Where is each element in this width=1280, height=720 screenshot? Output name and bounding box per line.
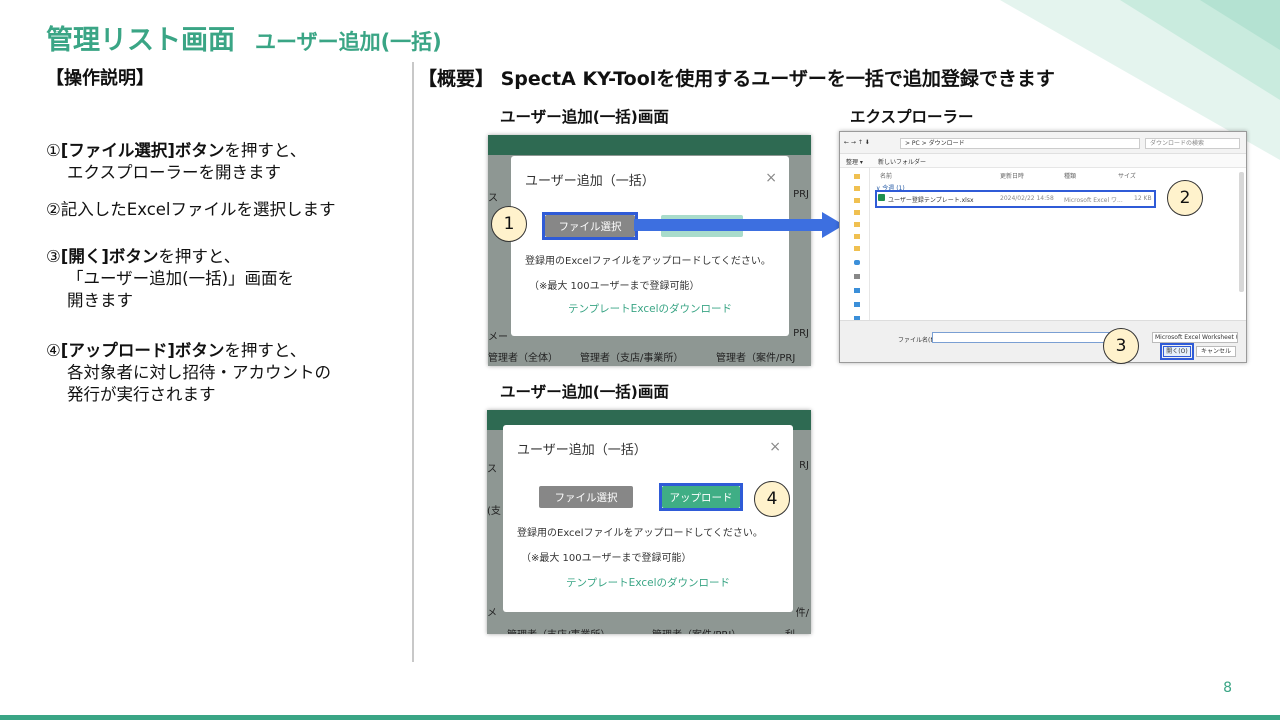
role-branch-checkbox: 管理者（支店/事業所） xyxy=(507,626,610,634)
step-2: ②記入したExcelファイルを選択します xyxy=(46,200,336,219)
close-icon[interactable]: × xyxy=(765,170,777,186)
modal-title: ユーザー追加（一括） xyxy=(525,174,655,189)
address-path[interactable]: > PC > ダウンロード xyxy=(900,138,1140,149)
explorer-toolbar: 整理 ▾ 新しいフォルダー xyxy=(840,154,1246,168)
filename-input[interactable] xyxy=(932,332,1120,343)
step-3-bold: [開く]ボタン xyxy=(60,247,159,266)
instruction-text: 登録用のExcelファイルをアップロードしてください。 xyxy=(517,528,763,539)
folder-icon[interactable] xyxy=(854,246,860,251)
caption-explorer: エクスプローラー xyxy=(850,108,974,126)
callout-4: 4 xyxy=(754,481,790,517)
folder-icon[interactable] xyxy=(854,234,860,239)
new-folder-button[interactable]: 新しいフォルダー xyxy=(878,157,926,166)
column-name[interactable]: 名前 xyxy=(880,171,892,180)
file-select-button[interactable]: ファイル選択 xyxy=(539,486,633,508)
pc-icon[interactable] xyxy=(854,274,860,279)
search-input[interactable]: ダウンロードの検索 xyxy=(1145,138,1240,149)
template-download-link[interactable]: テンプレートExcelのダウンロード xyxy=(503,575,793,590)
bulk-add-modal: ユーザー追加（一括） × ファイル選択 アップロード 登録用のExcelファイル… xyxy=(503,425,793,612)
highlight-step-4 xyxy=(659,483,743,511)
folder-icon[interactable] xyxy=(854,186,860,191)
folder-icon[interactable] xyxy=(854,174,860,179)
dialog-screenshot-2: ス RJ (支 メ 件/ 管理者（支店/事業所） 管理者（案件/PRJ） 利 ユ… xyxy=(487,410,811,634)
drive-icon[interactable] xyxy=(854,288,860,293)
page-title: 管理リスト画面 xyxy=(46,25,235,56)
limit-note: （※最大 100ユーザーまで登録可能） xyxy=(529,281,700,292)
flow-arrow xyxy=(634,212,844,238)
role-other-checkbox: 利 xyxy=(785,626,795,634)
highlight-step-2 xyxy=(875,190,1156,208)
role-project-checkbox: 管理者（案件/PRJ xyxy=(716,353,796,364)
page-subtitle: ユーザー追加(一括) xyxy=(255,30,442,54)
step-3: ③[開く]ボタンを押すと、 「ユーザー追加(一括)」画面を 開きます xyxy=(46,247,295,310)
file-explorer-window: ← → ↑ ⬇ > PC > ダウンロード ダウンロードの検索 整理 ▾ 新しい… xyxy=(839,131,1247,363)
highlight-step-3 xyxy=(1160,343,1194,360)
callout-3: 3 xyxy=(1103,328,1139,364)
explorer-address-bar: ← → ↑ ⬇ > PC > ダウンロード ダウンロードの検索 xyxy=(840,132,1246,154)
folder-icon[interactable] xyxy=(854,198,860,203)
operation-header: 【操作説明】 xyxy=(46,68,154,89)
step-1-bold: [ファイル選択]ボタン xyxy=(60,141,225,160)
instruction-text: 登録用のExcelファイルをアップロードしてください。 xyxy=(525,256,771,267)
drive-icon[interactable] xyxy=(854,302,860,307)
close-icon[interactable]: × xyxy=(769,439,781,455)
organize-menu[interactable]: 整理 ▾ xyxy=(846,157,863,166)
page-number: 8 xyxy=(1223,680,1232,696)
role-project-checkbox: 管理者（案件/PRJ） xyxy=(652,626,741,634)
modal-title: ユーザー追加（一括） xyxy=(517,443,647,458)
bottom-accent-bar xyxy=(0,715,1280,720)
folder-icon[interactable] xyxy=(854,222,860,227)
overview-header: 【概要】 SpectA KY-Toolを使用するユーザーを一括で追加登録できます xyxy=(418,68,1055,90)
limit-note: （※最大 100ユーザーまで登録可能） xyxy=(521,553,692,564)
step-1: ①[ファイル選択]ボタンを押すと、 エクスプローラーを開きます xyxy=(46,141,307,182)
caption-dialog-top: ユーザー追加(一括)画面 xyxy=(500,108,669,126)
column-size[interactable]: サイズ xyxy=(1118,171,1136,180)
navigation-pane xyxy=(840,168,870,321)
column-date[interactable]: 更新日時 xyxy=(1000,171,1024,180)
cancel-button[interactable]: キャンセル xyxy=(1196,346,1236,357)
nav-arrows-icon[interactable]: ← → ↑ ⬇ xyxy=(844,139,870,146)
folder-icon[interactable] xyxy=(854,210,860,215)
highlight-step-1 xyxy=(542,212,638,240)
step-4-bold: [アップロード]ボタン xyxy=(60,341,225,360)
caption-dialog-bottom: ユーザー追加(一括)画面 xyxy=(500,383,669,401)
cloud-icon[interactable] xyxy=(854,260,860,265)
role-branch-checkbox: 管理者（支店/事業所） xyxy=(580,353,684,364)
step-4: ④[アップロード]ボタンを押すと、 各対象者に対し招待・アカウントの 発行が実行… xyxy=(46,341,331,404)
scrollbar[interactable] xyxy=(1239,172,1244,292)
dialog-screenshot-1: ス PRJ メー PRJ 管理者（全体） 管理者（支店/事業所） 管理者（案件/… xyxy=(488,135,811,366)
slide-title: 管理リスト画面 ユーザー追加(一括) xyxy=(46,18,442,56)
vertical-divider xyxy=(412,62,414,662)
app-header-bar xyxy=(488,135,811,155)
callout-1: 1 xyxy=(491,206,527,242)
column-type[interactable]: 種類 xyxy=(1064,171,1076,180)
bulk-add-modal: ユーザー追加（一括） × ファイル選択 登録用のExcelファイルをアップロード… xyxy=(511,156,789,336)
role-all-checkbox: 管理者（全体） xyxy=(488,353,558,364)
file-type-select[interactable]: Microsoft Excel Worksheet (*.xl xyxy=(1152,332,1238,343)
template-download-link[interactable]: テンプレートExcelのダウンロード xyxy=(511,301,789,316)
callout-2: 2 xyxy=(1167,180,1203,216)
